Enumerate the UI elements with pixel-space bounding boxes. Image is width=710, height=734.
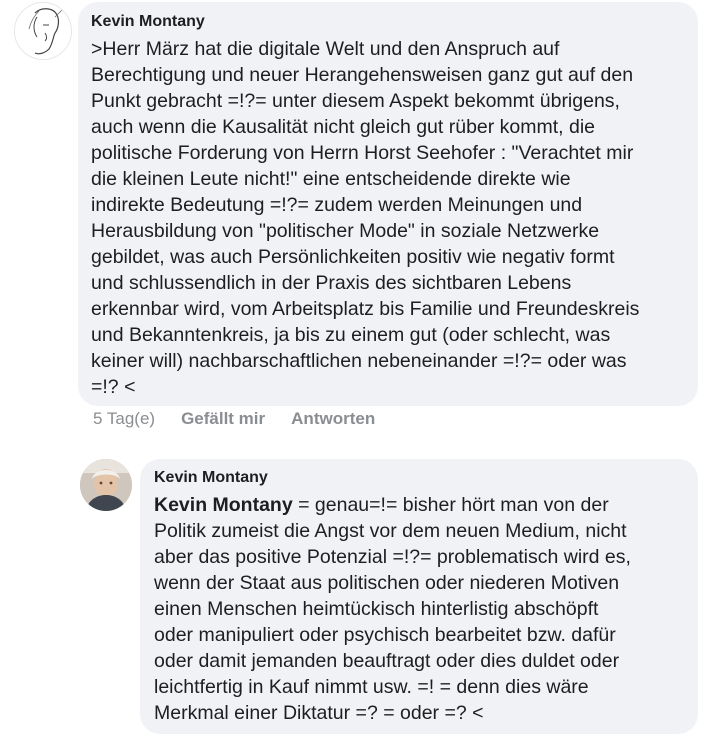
profile-photo-avatar-image [80,459,132,511]
sketch-face-avatar-image [15,3,71,59]
reply-button[interactable]: Antworten [291,409,375,429]
comment-author-avatar[interactable] [14,2,72,60]
comment-author-name[interactable]: Kevin Montany [91,12,684,32]
reply-mention-link[interactable]: Kevin Montany [154,494,293,516]
reply-bubble: Kevin Montany Kevin Montany = genau=!= b… [140,459,698,734]
comment-text: >Herr März hat die digitale Welt und den… [91,38,640,398]
comment-bubble: Kevin Montany >Herr März hat die digital… [78,2,698,406]
reply-author-avatar[interactable] [80,459,132,511]
comment-actions: 5 Tag(e) Gefällt mir Antworten [93,409,375,429]
reply-author-name[interactable]: Kevin Montany [154,468,684,488]
like-button[interactable]: Gefällt mir [181,409,265,429]
comment-timestamp[interactable]: 5 Tag(e) [93,409,155,429]
reply-body: = genau=!= bisher hört man von der Polit… [154,494,631,724]
reply-text: Kevin Montany = genau=!= bisher hört man… [154,492,684,726]
